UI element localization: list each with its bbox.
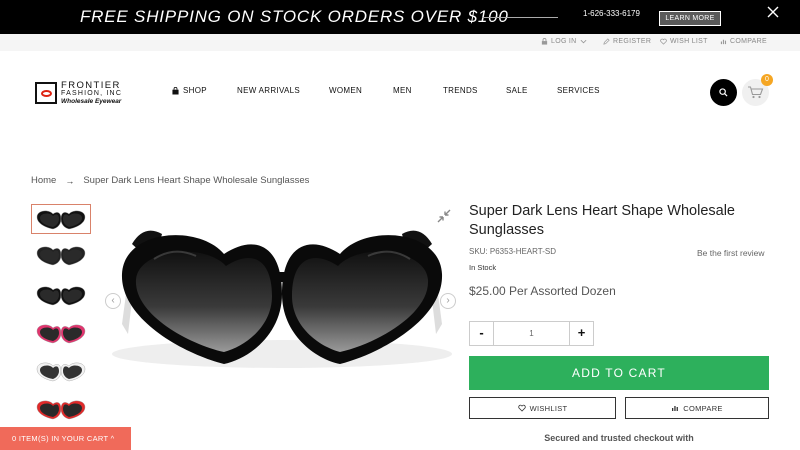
site-logo[interactable]: FRONTIER FASHION, INC Wholesale Eyewear <box>35 80 143 108</box>
sunglasses-thumbnail-image <box>36 246 86 266</box>
promo-divider <box>482 17 558 18</box>
breadcrumb: Home → Super Dark Lens Heart Shape Whole… <box>31 175 309 186</box>
logo-mark <box>35 82 57 104</box>
search-icon <box>719 88 728 97</box>
nav-services[interactable]: SERVICES <box>557 86 600 95</box>
pencil-icon <box>603 38 610 45</box>
quantity-decrease-button[interactable]: - <box>469 321 494 346</box>
secure-checkout-text: Secured and trusted checkout with <box>544 433 694 443</box>
nav-sale[interactable]: SALE <box>506 86 528 95</box>
nav-women[interactable]: WOMEN <box>329 86 362 95</box>
bar-chart-icon <box>720 39 727 45</box>
logo-line-3: Wholesale Eyewear <box>61 98 122 105</box>
sunglasses-thumbnail-image <box>36 210 86 230</box>
zoom-icon[interactable] <box>436 208 452 224</box>
cart-icon <box>748 86 764 99</box>
compare-button-label: COMPARE <box>683 403 723 413</box>
utility-bar: LOG IN REGISTER WISH LIST COMPARE <box>0 34 800 51</box>
product-thumbnail[interactable] <box>31 240 91 270</box>
login-label: LOG IN <box>551 38 577 45</box>
register-label: REGISTER <box>613 38 652 45</box>
breadcrumb-home[interactable]: Home <box>31 175 56 186</box>
wishlist-link[interactable]: WISH LIST <box>660 38 708 45</box>
promo-text: FREE SHIPPING ON STOCK ORDERS OVER $100 <box>80 7 509 26</box>
heart-icon <box>517 404 526 412</box>
search-button[interactable] <box>710 79 737 106</box>
stock-status: In Stock <box>469 263 497 272</box>
nav-shop-label: SHOP <box>183 86 207 95</box>
compare-button[interactable]: COMPARE <box>625 397 769 419</box>
breadcrumb-separator: → <box>65 175 75 186</box>
product-thumbnail[interactable] <box>31 394 91 424</box>
bar-chart-icon <box>672 406 679 411</box>
product-title: Super Dark Lens Heart Shape Wholesale Su… <box>469 203 735 238</box>
nav-men[interactable]: MEN <box>393 86 412 95</box>
wishlist-button[interactable]: WISHLIST <box>469 397 616 419</box>
first-review-link[interactable]: Be the first review <box>697 248 765 258</box>
product-thumbnail[interactable] <box>31 204 91 234</box>
product-price: $25.00 Per Assorted Dozen <box>469 284 616 298</box>
heart-icon <box>660 38 667 45</box>
wishlist-label: WISH LIST <box>670 38 708 45</box>
quantity-increase-button[interactable]: + <box>569 321 594 346</box>
floating-cart-bar[interactable]: 0 ITEM(S) IN YOUR CART ^ <box>0 427 131 450</box>
cart-count-badge: 0 <box>761 74 773 86</box>
wishlist-button-label: WISHLIST <box>529 403 568 413</box>
login-link[interactable]: LOG IN <box>541 38 587 45</box>
chevron-down-icon <box>580 39 586 44</box>
promo-bar: FREE SHIPPING ON STOCK ORDERS OVER $100 … <box>0 0 800 34</box>
quantity-input[interactable] <box>494 321 569 346</box>
sunglasses-thumbnail-image <box>36 362 86 382</box>
product-thumbnail[interactable] <box>31 318 91 348</box>
close-icon[interactable] <box>766 5 780 19</box>
register-link[interactable]: REGISTER <box>603 38 651 45</box>
product-sku: SKU: P6353-HEART-SD <box>469 247 556 256</box>
shopping-bag-icon <box>172 86 179 94</box>
compare-link[interactable]: COMPARE <box>720 38 767 45</box>
product-thumbnail[interactable] <box>31 280 91 310</box>
lock-icon <box>541 38 548 45</box>
compare-label: COMPARE <box>730 38 767 45</box>
nav-trends[interactable]: TRENDS <box>443 86 478 95</box>
product-main-image <box>112 230 452 368</box>
product-thumbnail[interactable] <box>31 356 91 386</box>
promo-phone[interactable]: 1-626-333-6179 <box>583 9 640 18</box>
sunglasses-thumbnail-image <box>36 286 86 306</box>
nav-new-arrivals[interactable]: NEW ARRIVALS <box>237 86 300 95</box>
learn-more-button[interactable]: LEARN MORE <box>659 11 721 26</box>
logo-line-2: FASHION, INC <box>61 90 123 97</box>
breadcrumb-current: Super Dark Lens Heart Shape Wholesale Su… <box>83 175 310 186</box>
sunglasses-thumbnail-image <box>36 400 86 420</box>
add-to-cart-button[interactable]: ADD TO CART <box>469 356 769 390</box>
nav-shop[interactable]: SHOP <box>172 86 207 95</box>
sunglasses-thumbnail-image <box>36 324 86 344</box>
